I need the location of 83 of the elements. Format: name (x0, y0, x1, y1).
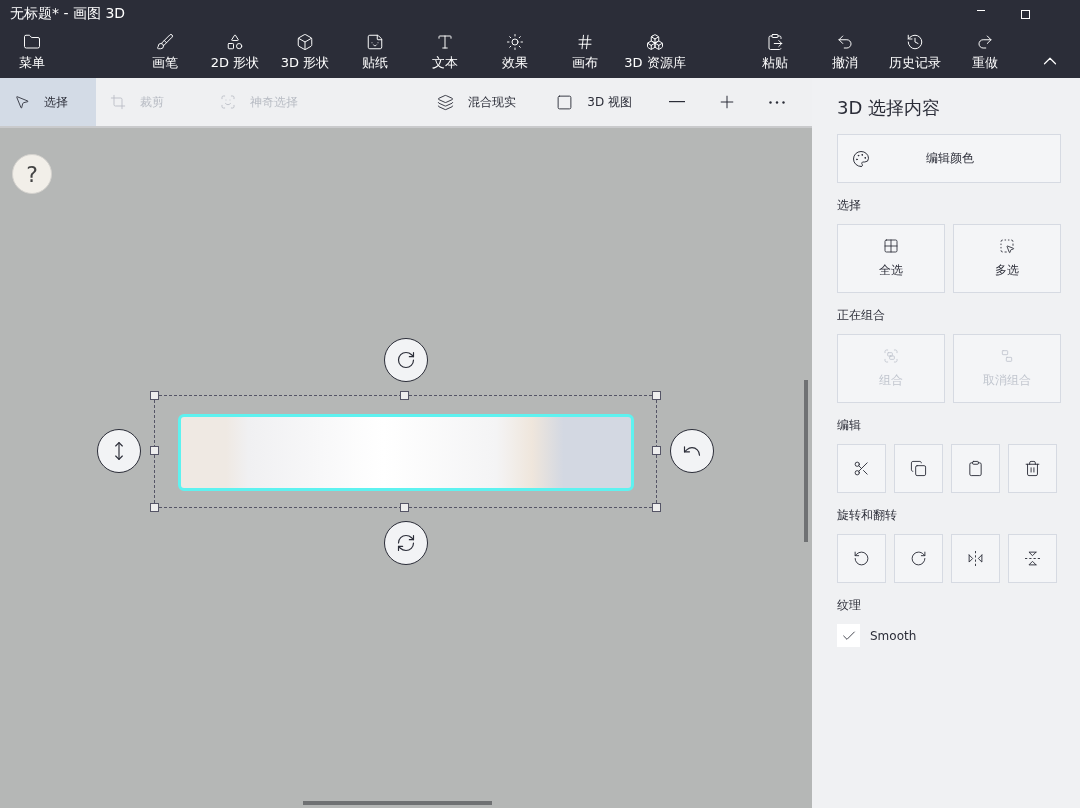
3d-library-tool[interactable]: 3D 资源库 (620, 33, 690, 72)
minimize-icon[interactable] (977, 9, 985, 12)
cubes-icon (646, 33, 664, 51)
text-tool[interactable]: 文本 (410, 33, 480, 72)
delete-button[interactable] (1008, 444, 1057, 493)
flip-horizontal-icon (967, 550, 984, 567)
layers-icon (437, 93, 455, 111)
maximize-icon[interactable] (1021, 9, 1030, 19)
2d-shapes-tool[interactable]: 2D 形状 (200, 33, 270, 72)
redo-icon (976, 33, 994, 51)
brush-tool[interactable]: 画笔 (130, 33, 200, 72)
folder-icon (23, 33, 41, 51)
palette-icon (852, 149, 870, 168)
resize-handle[interactable] (652, 391, 661, 400)
spin-icon (396, 533, 416, 553)
3d-view-button[interactable]: 3D 视图 (536, 93, 652, 111)
select-icon (999, 238, 1015, 254)
section-heading: 正在组合 (837, 307, 886, 324)
text-icon (436, 33, 454, 51)
cube-icon (296, 33, 314, 51)
window-title: 无标题* - 画图 3D (10, 5, 126, 23)
sticker-tool[interactable]: 贴纸 (340, 33, 410, 72)
tilt-handle[interactable] (670, 429, 714, 473)
menu-button[interactable]: 菜单 (0, 33, 64, 72)
view-icon (556, 93, 574, 111)
ungroup-icon (999, 348, 1015, 364)
paste-button[interactable] (951, 444, 1000, 493)
grid-icon (883, 238, 899, 254)
crop-icon (110, 94, 126, 110)
section-heading: 旋转和翻转 (837, 507, 898, 524)
effects-tool[interactable]: 效果 (480, 33, 550, 72)
spin-handle[interactable] (384, 521, 428, 565)
horizontal-scrollbar[interactable] (303, 801, 492, 805)
rotate-handle[interactable] (384, 338, 428, 382)
help-button[interactable]: ? (12, 154, 52, 194)
checkbox-label: Smooth (870, 628, 917, 643)
section-heading: 选择 (837, 197, 862, 214)
depth-handle[interactable] (97, 429, 141, 473)
minus-icon (669, 101, 685, 103)
flip-vertical-icon (1024, 550, 1041, 567)
3d-shapes-tool[interactable]: 3D 形状 (270, 33, 340, 72)
undo-button[interactable]: 撤消 (810, 33, 880, 72)
magic-select-icon (220, 94, 236, 110)
resize-handle[interactable] (652, 446, 661, 455)
copy-button[interactable] (894, 444, 943, 493)
rotate-right-icon (910, 550, 927, 567)
undo-icon (836, 33, 854, 51)
hash-icon (576, 33, 594, 51)
trash-icon (1024, 460, 1041, 477)
edit-color-button[interactable]: 编辑颜色 (837, 134, 1061, 183)
section-heading: 纹理 (837, 597, 862, 614)
sun-icon (506, 33, 524, 51)
shapes-icon (226, 33, 244, 51)
panel-title: 3D 选择内容 (837, 96, 942, 120)
vertical-scrollbar[interactable] (804, 380, 808, 542)
resize-handle[interactable] (652, 503, 661, 512)
paste-icon (766, 33, 784, 51)
pointer-icon (14, 94, 30, 110)
clipboard-icon (967, 460, 984, 477)
select-all-button[interactable]: 全选 (837, 224, 945, 293)
multi-select-button[interactable]: 多选 (953, 224, 1061, 293)
resize-handle[interactable] (400, 391, 409, 400)
mixed-reality-button[interactable]: 混合现实 (417, 93, 537, 111)
resize-handle[interactable] (150, 503, 159, 512)
scissors-icon (853, 460, 870, 477)
brush-icon (156, 33, 174, 51)
select-tool[interactable]: 选择 (0, 78, 96, 126)
more-icon (769, 100, 785, 104)
rotate-left-icon (853, 550, 870, 567)
history-icon (906, 33, 924, 51)
section-heading: 编辑 (837, 417, 862, 434)
smooth-checkbox[interactable] (837, 624, 860, 647)
history-button[interactable]: 历史记录 (880, 33, 950, 72)
sticker-icon (366, 33, 384, 51)
copy-icon (910, 460, 927, 477)
paste-button[interactable]: 粘贴 (740, 33, 810, 72)
resize-handle[interactable] (150, 391, 159, 400)
rotate-icon (396, 350, 416, 370)
resize-handle[interactable] (400, 503, 409, 512)
group-icon (883, 348, 899, 364)
redo-button[interactable]: 重做 (950, 33, 1020, 72)
resize-handle[interactable] (150, 446, 159, 455)
canvas-tool[interactable]: 画布 (550, 33, 620, 72)
